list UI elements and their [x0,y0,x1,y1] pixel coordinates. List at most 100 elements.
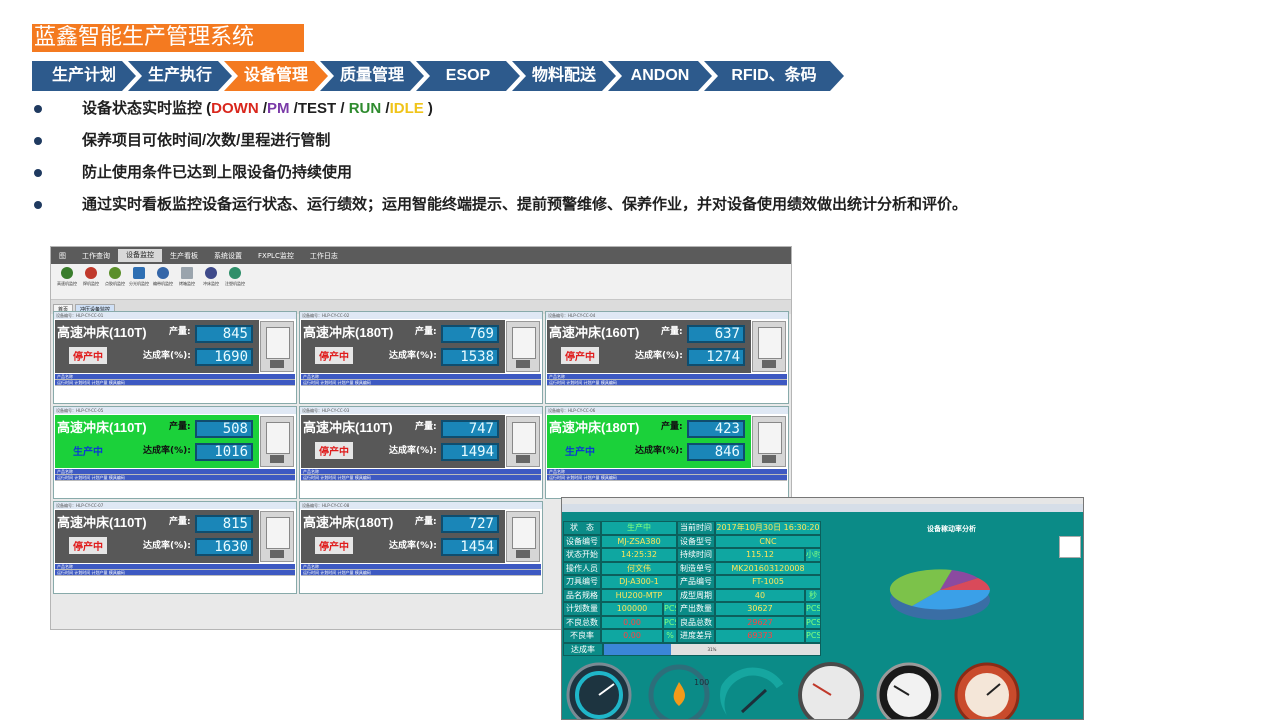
tool-punch-monitor[interactable]: 冲床监控 [199,266,223,297]
info-row: 状 态生产中 当前时间 2017年10月30日 16:30:20 [563,521,821,535]
achievement-rate-bar: 达成率 31% [563,643,821,656]
punch-icon [205,266,217,279]
menu-system-settings[interactable]: 系统设置 [206,251,250,261]
info-label: 良品总数 [677,615,715,629]
machine-panel[interactable]: 设备编号：HLP-CY-CC-03 高速冲床(110T) 停产中 产量: 达成率… [299,406,543,499]
machine-detail-table: 产品名称 运行时间 计划时间 计划产量 模具编码 [55,469,295,481]
bullet-text: 防止使用条件已达到上限设备仍持续使用 [82,164,353,181]
menu-fxplc-monitor[interactable]: FXPLC监控 [250,251,302,261]
info-row: 不良率 0.00% 进度差异 69373 PCS [563,629,821,643]
tool-high-speed-monitor[interactable]: 高速机监控 [55,266,79,297]
machine-dashboard-screenshot: 状 态生产中 当前时间 2017年10月30日 16:30:20 设备编号 MJ-ZSA… [561,497,1084,720]
machine-name: 高速冲床(180T) [549,420,640,435]
machine-status-area: 高速冲床(110T) 停产中 产量: 达成率(%): 747 1494 [301,415,505,468]
splitter-icon [133,266,145,279]
qty-label: 产量: [169,517,191,527]
ribbon-step-andon[interactable]: ANDON [608,61,712,91]
punch-press-image [506,511,540,562]
machine-code: 设备编号：HLP-CY-CC-05 [54,407,296,414]
info-row: 品名规格 HU200-MTP 成型周期 40 秒 [563,588,821,602]
info-value: PCS [805,602,821,616]
qty-label: 产量: [169,422,191,432]
menu-work-log[interactable]: 工作日志 [302,251,346,261]
info-label: 刀具编号 [563,575,601,589]
qty-label: 产量: [661,422,683,432]
qty-display: 637 [687,325,745,343]
menu-equipment-monitor[interactable]: 设备监控 [118,249,162,262]
info-row: 刀具编号 DJ-A300-1 产品编号 FT-1005 [563,575,821,589]
machine-code: 设备编号：HLP-CY-CC-03 [300,407,542,414]
page-title: 蓝鑫智能生产管理系统 [32,24,304,52]
app-toolbar: 高速机监控 焊机监控 点胶机监控 分光机监控 编带机监控 烤箱监控 冲床监控 注… [51,264,791,300]
machine-status-badge: 生产中 [561,442,599,459]
machine-name: 高速冲床(160T) [549,325,640,340]
machine-status-badge: 停产中 [561,347,599,364]
machine-panel[interactable]: 设备编号：HLP-CY-CC-04 高速冲床(160T) 停产中 产量: 达成率… [545,311,789,404]
menu-production-board[interactable]: 生产看板 [162,251,206,261]
menu-home[interactable]: 图 [51,251,74,261]
welder-icon [85,266,97,279]
machine-detail-table: 产品名称 运行时间 计划时间 计划产量 模具编码 [55,564,295,576]
tool-welder-monitor[interactable]: 焊机监控 [79,266,103,297]
tool-label: 烤箱监控 [179,280,195,286]
machine-panel[interactable]: 设备编号：HLP-CY-CC-08 高速冲床(180T) 停产中 产量: 达成率… [299,501,543,594]
tool-splitter-monitor[interactable]: 分光机监控 [127,266,151,297]
ribbon-step-material-delivery[interactable]: 物料配送 [512,61,616,91]
ribbon-step-equipment-management[interactable]: 设备管理 [224,61,328,91]
info-value: 生产中 [601,521,677,535]
pie-legend [1059,536,1081,558]
machine-panel[interactable]: 设备编号：HLP-CY-CC-02 高速冲床(180T) 停产中 产量: 达成率… [299,311,543,404]
menu-work-query[interactable]: 工作查询 [74,251,118,261]
gauge-pressure [876,662,942,719]
machine-status-area: 高速冲床(180T) 停产中 产量: 达成率(%): 769 1538 [301,320,505,373]
tool-injection-monitor[interactable]: 注塑机监控 [223,266,247,297]
dashboard-tab[interactable] [562,504,1083,512]
ribbon-step-quality-management[interactable]: 质量管理 [320,61,424,91]
rate-label: 达成率(%): [143,446,191,456]
punch-press-image [752,416,786,467]
machine-panel[interactable]: 设备编号：HLP-CY-CC-05 高速冲床(110T) 生产中 产量: 达成率… [53,406,297,499]
info-label: 状态开始 [563,548,601,562]
info-label: 成型周期 [677,588,715,602]
globe-icon [157,266,169,279]
rate-display: 1630 [195,538,253,556]
info-value: 0.00 [601,629,663,643]
machine-status-area: 高速冲床(110T) 生产中 产量: 达成率(%): 508 1016 [55,415,259,468]
punch-press-image [260,321,294,372]
qty-label: 产量: [415,517,437,527]
status-idle: IDLE [389,100,424,117]
injection-icon [229,266,241,279]
machine-detail-table: 产品名称 运行时间 计划时间 计划产量 模具编码 [301,374,541,386]
ribbon-step-rfid-barcode[interactable]: RFID、条码 [704,61,844,91]
punch-press-image [506,321,540,372]
machine-detail-table: 产品名称 运行时间 计划时间 计划产量 模具编码 [547,374,787,386]
achievement-rate-text: 31% [707,647,717,652]
ribbon-step-esop[interactable]: ESOP [416,61,520,91]
qty-label: 产量: [415,422,437,432]
gauge-tachometer [798,662,864,719]
tool-oven-monitor[interactable]: 烤箱监控 [175,266,199,297]
qty-display: 423 [687,420,745,438]
info-value: 100000 [601,602,663,616]
info-label: 状 态 [563,521,601,535]
info-label: 不良率 [563,629,601,643]
bullet-suffix: ) [423,100,433,117]
ribbon-step-production-execution[interactable]: 生产执行 [128,61,232,91]
machine-panel[interactable]: 设备编号：HLP-CY-CC-01 高速冲床(110T) 停产中 产量: 达成率… [53,311,297,404]
info-label: 当前时间 [677,521,715,535]
bullet-text: 保养项目可依时间/次数/里程进行管制 [82,132,331,149]
machine-panel[interactable]: 设备编号：HLP-CY-CC-07 高速冲床(110T) 停产中 产量: 达成率… [53,501,297,594]
machine-panel[interactable]: 设备编号：HLP-CY-CC-06 高速冲床(180T) 生产中 产量: 达成率… [545,406,789,499]
qty-label: 产量: [169,327,191,337]
machine-status-badge: 停产中 [69,347,107,364]
separator: / [289,100,298,117]
machine-status-area: 高速冲床(110T) 停产中 产量: 达成率(%): 815 1630 [55,510,259,563]
gauge-temperature [954,662,1020,719]
tool-dispenser-monitor[interactable]: 点胶机监控 [103,266,127,297]
bullet-limit-prevention: 防止使用条件已达到上限设备仍持续使用 [32,164,992,182]
tool-taping-monitor[interactable]: 编带机监控 [151,266,175,297]
ribbon-step-production-plan[interactable]: 生产计划 [32,61,136,91]
status-run: RUN [348,100,382,117]
bullet-dot [34,105,42,113]
machine-code: 设备编号：HLP-CY-CC-01 [54,312,296,319]
